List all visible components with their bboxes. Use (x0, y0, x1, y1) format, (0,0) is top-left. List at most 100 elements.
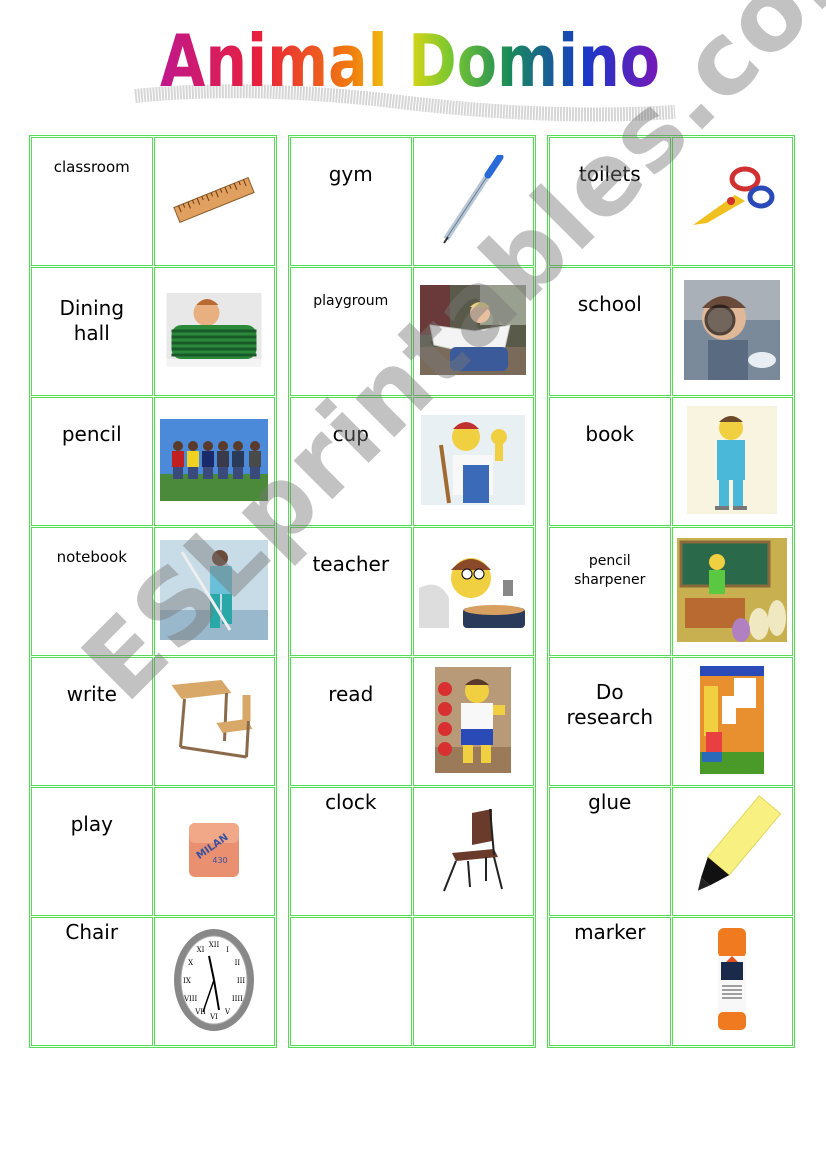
domino-word-cell: glue (549, 787, 671, 916)
domino-word-cell: teacher (290, 527, 412, 656)
eraser-picture: MILAN 430 (184, 819, 244, 885)
domino-word-cell: Dining hall (31, 267, 153, 396)
svg-text:XI: XI (197, 945, 205, 953)
domino-card: clock (290, 787, 534, 916)
domino-picture-cell (412, 397, 534, 526)
domino-word: playgroum (313, 293, 389, 309)
boy-reading-picture (420, 284, 527, 379)
domino-card: pencil sharpener (549, 527, 793, 656)
domino-word: marker (574, 920, 646, 944)
domino-word-cell: pencil sharpener (549, 527, 671, 656)
domino-word-cell: pencil (31, 397, 153, 526)
domino-word-cell: gym (290, 137, 412, 266)
domino-picture-cell (412, 657, 534, 786)
domino-word-cell: play (31, 787, 153, 916)
svg-text:II: II (235, 959, 241, 967)
domino-picture-cell (671, 527, 793, 656)
domino-picture-cell (671, 137, 793, 266)
highlighter-picture (682, 794, 782, 909)
domino-word: Do research (566, 680, 654, 729)
boy-magnifier-picture (684, 279, 781, 384)
domino-word: play (70, 812, 113, 836)
ruler-picture (169, 175, 259, 229)
children-playing-picture (160, 418, 269, 505)
domino-column-2: gym playgroum cup teacher read clock (288, 135, 536, 1048)
domino-word-cell: Do research (549, 657, 671, 786)
svg-text:VIII: VIII (183, 995, 198, 1003)
domino-picture-cell (153, 137, 275, 266)
domino-picture-cell (671, 657, 793, 786)
domino-picture-cell (153, 527, 275, 656)
domino-picture-cell: MILAN 430 (153, 787, 275, 916)
domino-card: teacher (290, 527, 534, 656)
domino-word-cell: classroom (31, 137, 153, 266)
domino-word: Chair (65, 920, 119, 944)
domino-picture-cell (412, 527, 534, 656)
svg-text:430: 430 (213, 856, 228, 865)
svg-text:I: I (226, 945, 229, 953)
domino-card: Chair XII I II III IIII V VI VII VIII IX X XI (31, 917, 275, 1046)
cleaner-mopping-picture (160, 539, 269, 644)
domino-picture-cell (412, 267, 534, 396)
domino-picture-cell (153, 657, 275, 786)
domino-card: marker (549, 917, 793, 1046)
domino-column-3: toilets school book pencil sharpener Do rese… (547, 135, 795, 1048)
domino-word: read (328, 682, 374, 706)
domino-word (291, 918, 411, 920)
domino-word-cell: notebook (31, 527, 153, 656)
domino-word: toilets (578, 162, 641, 186)
domino-card: toilets (549, 137, 793, 266)
domino-word-cell: school (549, 267, 671, 396)
domino-picture-cell (153, 397, 275, 526)
domino-word: pencil (61, 422, 122, 446)
domino-card: write (31, 657, 275, 786)
title-text: Animal Domino (160, 19, 660, 103)
svg-text:V: V (224, 1008, 231, 1016)
domino-column-1: classroom Dining hall pencil notebook write p… (29, 135, 277, 1048)
domino-picture-cell (671, 787, 793, 916)
scissors-picture (687, 165, 777, 239)
domino-word: cup (332, 422, 369, 446)
domino-card: pencil (31, 397, 275, 526)
domino-word-cell: cup (290, 397, 412, 526)
domino-card: Dining hall (31, 267, 275, 396)
domino-word-cell: book (549, 397, 671, 526)
domino-word-cell: toilets (549, 137, 671, 266)
domino-card: school (549, 267, 793, 396)
domino-card: play MILAN 430 (31, 787, 275, 916)
domino-picture-cell (671, 397, 793, 526)
school-desk-picture (167, 675, 262, 769)
domino-word-cell (290, 917, 412, 1046)
domino-card (290, 917, 534, 1046)
janitor-cartoon-picture (421, 414, 526, 509)
domino-word: write (66, 682, 117, 706)
svg-text:X: X (188, 959, 193, 967)
domino-card: read (290, 657, 534, 786)
domino-word-cell: write (31, 657, 153, 786)
domino-card: Do research (549, 657, 793, 786)
domino-word: gym (328, 162, 373, 186)
domino-word-cell: playgroum (290, 267, 412, 396)
domino-word: classroom (53, 158, 130, 176)
domino-picture-cell (412, 917, 534, 1046)
domino-word-cell: read (290, 657, 412, 786)
clock-picture: XII I II III IIII V VI VII VIII IX X XI (171, 926, 257, 1038)
domino-word-cell: Chair (31, 917, 153, 1046)
domino-word: book (585, 422, 635, 446)
lunch-lady-cartoon-picture (419, 547, 528, 636)
domino-picture-cell (412, 787, 534, 916)
domino-word: Dining hall (59, 296, 125, 345)
domino-word: notebook (56, 548, 127, 566)
domino-picture-cell (671, 267, 793, 396)
title-wordart: Animal Domino (134, 19, 676, 122)
svg-text:III: III (237, 977, 246, 985)
domino-word: school (577, 292, 642, 316)
domino-picture-cell (671, 917, 793, 1046)
domino-word: pencil sharpener (574, 553, 646, 588)
domino-word: teacher (312, 552, 390, 576)
domino-picture-cell: XII I II III IIII V VI VII VIII IX X XI (153, 917, 275, 1046)
svg-text:VI: VI (209, 1013, 218, 1021)
gym-coach-cartoon-picture (435, 666, 512, 777)
domino-card: playgroum (290, 267, 534, 396)
domino-picture-cell (153, 267, 275, 396)
